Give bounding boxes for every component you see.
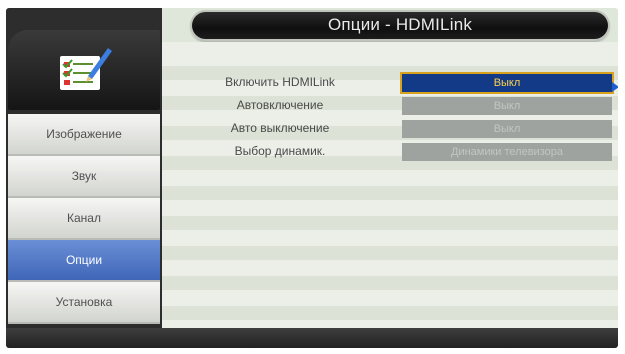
sidebar-item-label: Канал	[67, 211, 101, 225]
setting-value-select: Выкл	[402, 97, 612, 115]
setting-row-speaker-select[interactable]: Выбор динамик. Динамики телевизора	[162, 141, 618, 163]
settings-panel: Включить HDMILink Выкл Автовключение Вык…	[162, 50, 618, 330]
arrow-right-icon[interactable]	[612, 82, 618, 92]
setting-label: Включить HDMILink	[225, 75, 335, 89]
sidebar-item-label: Звук	[71, 169, 97, 183]
setting-label: Авто выключение	[230, 121, 330, 135]
header-strip	[162, 42, 618, 50]
setting-label: Выбор динамик.	[234, 144, 326, 158]
setting-value-select: Выкл	[402, 120, 612, 138]
setting-value-select: Динамики телевизора	[402, 143, 612, 161]
sidebar-item-image[interactable]: Изображение	[8, 114, 160, 156]
sidebar-item-channel[interactable]: Канал	[8, 198, 160, 240]
setting-row-hdmilink[interactable]: Включить HDMILink Выкл	[162, 72, 618, 94]
bottom-bar	[6, 328, 618, 348]
sidebar-item-label: Изображение	[46, 127, 122, 141]
tv-menu: Изображение Звук Канал Опции Установка О…	[6, 8, 618, 348]
sidebar-item-label: Установка	[55, 295, 113, 309]
sidebar-item-sound[interactable]: Звук	[8, 156, 160, 198]
sidebar-item-label: Опции	[65, 253, 103, 267]
sidebar-item-setup[interactable]: Установка	[8, 282, 160, 324]
setting-row-auto-off[interactable]: Авто выключение Выкл	[162, 118, 618, 140]
title-bar: Опции - HDMILink	[192, 12, 608, 39]
setting-row-auto-on[interactable]: Автовключение Выкл	[162, 95, 618, 117]
menu-icon-panel	[8, 30, 160, 110]
page-title: Опции - HDMILink	[327, 15, 473, 34]
sidebar-item-options[interactable]: Опции	[8, 240, 160, 282]
setting-value-select[interactable]: Выкл	[402, 74, 612, 92]
sidebar: Изображение Звук Канал Опции Установка	[6, 8, 162, 328]
setting-label: Автовключение	[236, 98, 324, 112]
